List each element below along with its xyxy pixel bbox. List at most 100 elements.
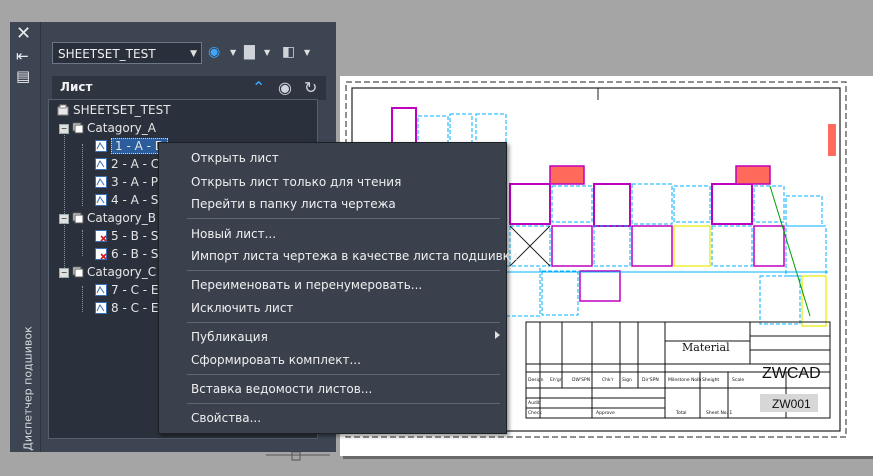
sheet-missing-icon [95,230,107,242]
print-icon[interactable]: ▇ [244,44,255,62]
sheet-icon [95,176,107,188]
tree-line [82,230,83,256]
refresh-icon[interactable]: ↻ [304,78,317,97]
eye-icon[interactable]: ◉ [278,78,292,97]
panel-title: Лист [60,80,93,94]
tree-root[interactable]: SHEETSET_TEST [57,102,171,119]
title-block-label: Total [675,410,687,416]
chevron-down-icon: ▼ [190,49,197,59]
menu-separator [187,270,500,271]
subset-icon [72,212,84,224]
tree-category-b[interactable]: − Catagory_B [59,210,156,227]
drawing-number: ZW001 [772,397,811,411]
tree-category-a[interactable]: − Catagory_A [59,120,156,137]
plan-hatch [828,124,836,156]
plan-room [631,225,673,267]
globe-icon[interactable]: ◉ [208,44,220,62]
menu-open-readonly[interactable]: Открыть лист только для чтения [191,175,401,189]
category-label: Catagory_A [87,121,156,135]
tree-line [82,144,83,206]
chevron-down-icon[interactable]: ▼ [230,48,236,57]
sheetset-icon [57,104,69,116]
context-menu[interactable]: Открыть лист Открыть лист только для чте… [158,142,529,434]
title-block-label: Eh'gn [550,377,563,383]
sheet-label: 5 - B - S [111,229,159,243]
collapse-toggle-icon[interactable]: − [59,268,69,278]
plan-room [541,270,579,316]
close-icon[interactable]: ✕ [16,25,31,43]
brand-label: ZWCAD [762,365,821,382]
title-block-label: Chk'r [602,377,614,383]
menu-separator [187,218,500,219]
title-block-label: Sheet No. 1 [706,410,732,416]
plan-room [753,225,785,267]
sheetset-dropdown[interactable]: SHEETSET_TEST ▼ [52,42,202,64]
collapse-toggle-icon[interactable]: − [59,124,69,134]
tree-category-c[interactable]: − Catagory_C [59,264,156,281]
category-label: Catagory_C [87,265,157,279]
publish-icon[interactable]: ◧ [282,44,295,62]
title-block-label: Milestone Nolh [668,377,701,383]
plan-room [551,185,593,223]
tree-sheet[interactable]: 3 - A - P [95,174,158,191]
sheet-label: 3 - A - P [111,175,158,189]
properties-icon[interactable]: ▤ [16,68,30,84]
title-block-label: Sheight [702,377,719,383]
subset-icon [72,266,84,278]
menu-open-sheet[interactable]: Открыть лист [191,151,279,165]
tree-root-label: SHEETSET_TEST [73,103,171,117]
title-block-label: Audit [528,400,540,406]
sheet-missing-icon [95,248,107,260]
sheet-icon [95,284,107,296]
title-block-label: Check [528,410,542,416]
menu-etransmit[interactable]: Сформировать комплект... [191,353,361,367]
menu-remove-sheet[interactable]: Исключить лист [191,301,293,315]
sheet-label: 8 - C - E [111,301,159,315]
sheet-label: 6 - B - S [111,247,159,261]
chevron-down-icon[interactable]: ▼ [264,48,270,57]
title-block-labels: Design Eh'gn DW'SPN Chk'r Sign Dir'SPN Milesto… [528,377,744,416]
category-label: Catagory_B [87,211,157,225]
title-block-label: Approve [596,410,615,416]
tree-sheet[interactable]: 7 - C - E [95,282,159,299]
title-block-label: Scale [732,377,744,383]
submenu-arrow-icon [495,331,500,339]
plan-room [711,183,753,225]
menu-properties[interactable]: Свойства... [191,411,261,425]
palette-vertical-title: Диспетчер подшивок [21,326,35,451]
plan-room [551,225,593,267]
menu-insert-sheet-list[interactable]: Вставка ведомости листов... [191,382,372,396]
menu-separator [187,374,500,375]
tree-sheet[interactable]: 2 - A - C [95,156,159,173]
scrollbar-stub[interactable] [266,452,330,462]
collapse-icon[interactable]: ⌃ [252,78,265,97]
collapse-toggle-icon[interactable]: − [59,214,69,224]
sheet-icon [95,140,107,152]
plan-room [673,185,711,223]
plan-room [579,270,621,302]
sheet-label: 7 - C - E [111,283,159,297]
menu-rename-renumber[interactable]: Переименовать и перенумеровать... [191,278,422,292]
plan-room [673,225,711,267]
chevron-down-icon[interactable]: ▼ [304,48,310,57]
sheet-icon [95,194,107,206]
tree-sheet[interactable]: 8 - C - E [95,300,159,317]
tree-sheet[interactable]: 5 - B - S [95,228,158,245]
autohide-icon[interactable]: ⇤ [16,48,29,64]
plan-wall [769,185,811,317]
plan-room [631,183,673,225]
sheet-icon [95,302,107,314]
sheet-list-header: Лист ⌃ ◉ ↻ [52,76,326,100]
plan-room [593,183,631,227]
menu-goto-folder[interactable]: Перейти в папку листа чертежа [191,197,396,211]
palette-title-strip[interactable]: ✕ ⇤ ▤ Диспетчер подшивок [10,22,41,452]
menu-publish[interactable]: Публикация [191,330,268,344]
plan-hatch [736,166,770,184]
plan-room [711,225,753,267]
tree-sheet[interactable]: 4 - A - S [95,192,158,209]
sheet-icon [95,158,107,170]
menu-new-sheet[interactable]: Новый лист... [191,227,276,241]
menu-import-layout[interactable]: Импорт листа чертежа в качестве листа по… [191,249,529,263]
plan-room [785,195,823,227]
tree-sheet[interactable]: 6 - B - S [95,246,158,263]
